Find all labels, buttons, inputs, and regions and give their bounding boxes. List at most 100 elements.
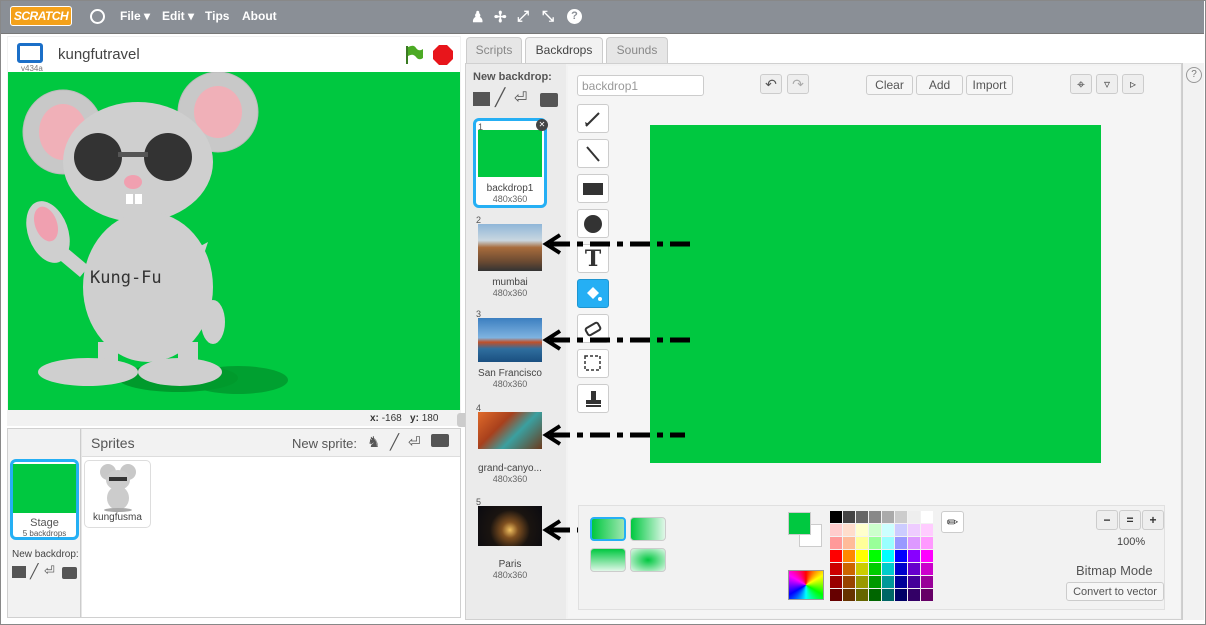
backdrop-library-icon-small[interactable] [12,566,26,578]
palette-color[interactable] [921,550,933,562]
sprite-thumbnail[interactable]: kungfusma [84,460,151,528]
paint-backdrop-icon[interactable]: ╱ [495,88,505,108]
fullscreen-icon[interactable] [17,43,43,63]
palette-color[interactable] [882,563,894,575]
palette-color[interactable] [882,511,894,523]
set-costume-center-icon[interactable]: ⌖ [1070,74,1092,94]
duplicate-icon[interactable]: ♟ [471,8,484,26]
palette-color[interactable] [895,537,907,549]
palette-color[interactable] [882,589,894,601]
color-picker-spectrum[interactable] [788,570,824,600]
globe-icon[interactable] [90,9,105,24]
tab-backdrops[interactable]: Backdrops [525,37,603,65]
palette-color[interactable] [895,589,907,601]
menu-tips[interactable]: Tips [205,9,229,23]
redo-icon[interactable]: ↷ [787,74,809,94]
backdrop-item[interactable]: 2 mumbai 480x360 [473,214,547,304]
palette-color[interactable] [869,524,881,536]
tab-sounds[interactable]: Sounds [606,37,668,63]
brush-tool[interactable] [577,104,609,133]
line-tool[interactable] [577,139,609,168]
stage-canvas[interactable]: Kung-Fu [8,72,460,410]
help-tips-icon[interactable]: ? [1186,67,1202,83]
fill-horizontal-gradient-option[interactable] [630,517,666,541]
tab-scripts[interactable]: Scripts [466,37,522,63]
zoom-in-icon[interactable]: + [1142,510,1164,530]
palette-color[interactable] [830,537,842,549]
palette-color[interactable] [921,576,933,588]
palette-color[interactable] [843,550,855,562]
palette-color[interactable] [882,550,894,562]
palette-color[interactable] [830,589,842,601]
fill-vertical-gradient-option[interactable] [590,548,626,572]
cut-icon[interactable]: ✢ [494,8,507,26]
palette-color[interactable] [869,550,881,562]
camera-backdrop-icon-small[interactable] [62,567,77,579]
palette-color[interactable] [869,563,881,575]
palette-color[interactable] [869,589,881,601]
scratch-logo[interactable]: SCRATCH [10,6,72,26]
green-flag-icon[interactable] [403,44,425,66]
palette-color[interactable] [882,537,894,549]
shrink-icon[interactable]: ⤡ [542,8,554,25]
palette-color[interactable] [856,511,868,523]
palette-color[interactable] [843,511,855,523]
palette-color[interactable] [830,576,842,588]
undo-icon[interactable]: ↶ [760,74,782,94]
palette-color[interactable] [882,576,894,588]
backdrop-item[interactable]: 4 grand-canyo... 480x360 [473,402,547,492]
palette-color[interactable] [908,524,920,536]
paint-backdrop-icon-small[interactable]: ╱ [30,563,38,580]
mouse-sprite[interactable] [8,72,460,410]
palette-color[interactable] [908,563,920,575]
stop-icon[interactable] [432,44,454,66]
flip-horizontal-icon[interactable]: ▿ [1096,74,1118,94]
backdrop-item[interactable]: 5 Paris 480x360 [473,496,547,586]
clear-button[interactable]: Clear [866,75,913,95]
paint-canvas[interactable] [650,125,1101,463]
palette-color[interactable] [843,576,855,588]
paint-new-sprite-icon[interactable]: ╱ [390,433,399,451]
palette-color[interactable] [869,537,881,549]
add-button[interactable]: Add [916,75,963,95]
palette-color[interactable] [895,550,907,562]
palette-color[interactable] [830,563,842,575]
fill-solid-option[interactable] [590,517,626,541]
palette-color[interactable] [869,511,881,523]
camera-backdrop-icon[interactable] [540,93,558,107]
palette-color[interactable] [895,524,907,536]
palette-color[interactable] [843,537,855,549]
menu-edit[interactable]: Edit ▾ [162,9,194,23]
primary-color-swatch[interactable] [788,512,811,535]
palette-color[interactable] [895,563,907,575]
palette-color[interactable] [921,589,933,601]
palette-color[interactable] [843,563,855,575]
palette-color[interactable] [856,589,868,601]
palette-color[interactable] [908,550,920,562]
palette-color[interactable] [895,511,907,523]
palette-color[interactable] [908,576,920,588]
upload-backdrop-icon-small[interactable]: ⏎ [44,563,55,579]
palette-color[interactable] [830,511,842,523]
palette-color[interactable] [843,524,855,536]
palette-color[interactable] [921,563,933,575]
convert-to-vector-button[interactable]: Convert to vector [1066,582,1164,601]
palette-color[interactable] [869,576,881,588]
zoom-reset-icon[interactable]: = [1119,510,1141,530]
camera-sprite-icon[interactable] [431,434,449,447]
color-palette[interactable] [830,511,934,602]
palette-color[interactable] [856,576,868,588]
zoom-out-icon[interactable]: − [1096,510,1118,530]
palette-color[interactable] [830,550,842,562]
palette-color[interactable] [856,563,868,575]
rectangle-tool[interactable] [577,174,609,203]
import-button[interactable]: Import [966,75,1013,95]
palette-color[interactable] [843,589,855,601]
palette-color[interactable] [908,537,920,549]
upload-sprite-icon[interactable]: ⏎ [408,433,421,451]
menu-file[interactable]: File ▾ [120,9,150,23]
delete-backdrop-icon[interactable]: ✕ [536,119,548,131]
backdrop-name-field[interactable] [577,75,704,96]
palette-color[interactable] [882,524,894,536]
backdrop-library-icon[interactable] [473,92,490,106]
